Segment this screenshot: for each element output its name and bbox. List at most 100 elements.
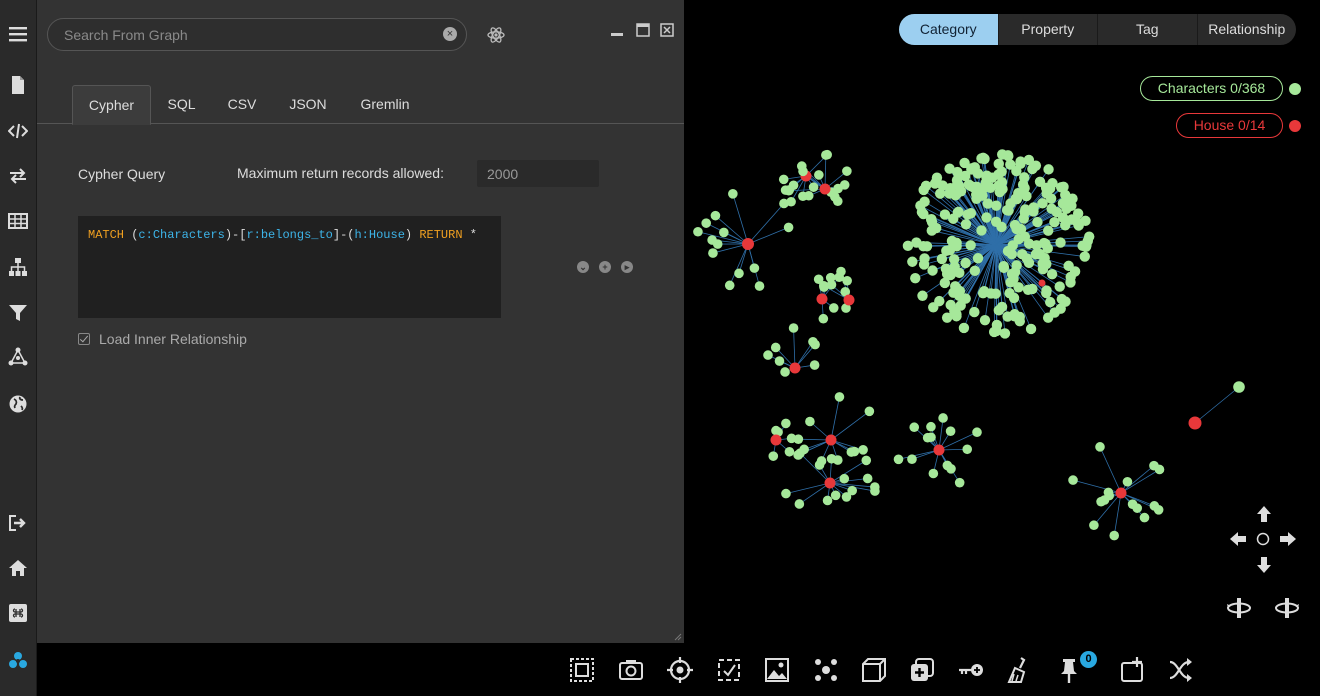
character-node[interactable] (958, 322, 970, 334)
house-node[interactable] (742, 238, 754, 250)
character-node[interactable] (1077, 240, 1088, 252)
tab-cypher[interactable]: Cypher (72, 85, 151, 125)
character-node[interactable] (795, 448, 805, 459)
app-logo-icon[interactable] (4, 646, 32, 674)
tab-property[interactable]: Property (999, 14, 1098, 45)
tab-relationship[interactable]: Relationship (1198, 14, 1297, 45)
check-frame-icon[interactable] (716, 657, 742, 683)
target-icon[interactable] (667, 657, 693, 683)
character-node[interactable] (784, 446, 795, 457)
character-node[interactable] (796, 161, 807, 171)
character-node[interactable] (841, 492, 852, 502)
character-node[interactable] (1122, 476, 1133, 487)
character-node[interactable] (849, 446, 860, 457)
swap-icon[interactable] (4, 162, 32, 190)
character-node[interactable] (962, 444, 973, 455)
character-node[interactable] (1009, 219, 1021, 231)
house-node[interactable] (1038, 279, 1046, 287)
house-node[interactable] (770, 434, 782, 446)
code-icon[interactable] (4, 117, 32, 145)
character-node[interactable] (830, 490, 841, 501)
key-icon[interactable] (958, 657, 984, 683)
house-node[interactable] (819, 183, 831, 195)
character-node[interactable] (926, 421, 936, 432)
character-node[interactable] (1068, 475, 1078, 485)
house-node[interactable] (789, 362, 801, 374)
character-node[interactable] (997, 149, 1008, 160)
character-node[interactable] (828, 303, 839, 313)
character-node[interactable] (1065, 271, 1076, 283)
legend-house[interactable]: House 0/14 (1176, 113, 1283, 138)
new-window-icon[interactable] (1120, 657, 1146, 683)
character-node[interactable] (988, 326, 1000, 338)
character-node[interactable] (1060, 189, 1071, 201)
broom-icon[interactable] (1007, 657, 1033, 683)
logout-icon[interactable] (4, 509, 32, 537)
character-node[interactable] (834, 392, 845, 402)
shuffle-icon[interactable] (1169, 657, 1195, 683)
character-node[interactable] (1055, 303, 1066, 314)
home-icon[interactable] (4, 554, 32, 582)
character-node[interactable] (728, 189, 738, 199)
character-node[interactable] (781, 488, 791, 499)
character-node[interactable] (861, 455, 872, 466)
character-node[interactable] (1042, 312, 1054, 323)
character-node[interactable] (929, 178, 941, 189)
character-node[interactable] (917, 290, 928, 301)
character-node[interactable] (954, 477, 965, 488)
character-node[interactable] (833, 183, 843, 194)
character-node[interactable] (950, 190, 961, 201)
character-node[interactable] (701, 218, 712, 228)
character-node[interactable] (919, 253, 930, 264)
rotate-right-icon[interactable] (1274, 595, 1300, 621)
character-node[interactable] (814, 170, 824, 180)
add-layer-icon[interactable] (909, 657, 935, 683)
character-node[interactable] (1051, 206, 1062, 218)
character-node[interactable] (754, 281, 765, 291)
add-icon[interactable]: + (599, 261, 611, 273)
character-node[interactable] (960, 219, 972, 230)
character-node[interactable] (948, 254, 960, 265)
character-node[interactable] (902, 240, 914, 252)
character-node[interactable] (977, 287, 989, 299)
character-node[interactable] (1089, 520, 1099, 531)
character-node[interactable] (1011, 260, 1022, 271)
pan-up-icon[interactable] (1255, 505, 1273, 523)
character-node[interactable] (810, 339, 820, 350)
character-node[interactable] (934, 188, 946, 199)
select-all-icon[interactable] (569, 657, 595, 683)
tab-csv[interactable]: CSV (217, 85, 267, 124)
character-node[interactable] (803, 190, 814, 201)
character-node[interactable] (982, 198, 994, 209)
chevron-down-icon[interactable]: ⌄ (577, 261, 589, 273)
tab-json[interactable]: JSON (280, 85, 336, 124)
character-node[interactable] (1004, 288, 1015, 299)
character-node[interactable] (993, 158, 1004, 170)
character-node[interactable] (778, 174, 789, 185)
character-node[interactable] (960, 257, 971, 269)
character-node[interactable] (858, 445, 868, 455)
character-node[interactable] (842, 275, 852, 286)
character-node[interactable] (998, 261, 1009, 272)
legend-characters[interactable]: Characters 0/368 (1140, 76, 1283, 101)
character-node[interactable] (734, 268, 744, 279)
character-node[interactable] (936, 253, 948, 265)
character-node[interactable] (972, 168, 984, 179)
character-node[interactable] (1038, 237, 1050, 249)
character-node[interactable] (969, 306, 980, 318)
image-icon[interactable] (764, 657, 790, 683)
character-node[interactable] (942, 460, 953, 471)
character-node[interactable] (818, 313, 829, 324)
character-node[interactable] (774, 356, 785, 366)
character-node[interactable] (1039, 252, 1050, 264)
character-node[interactable] (997, 183, 1008, 195)
character-node[interactable] (1025, 323, 1037, 335)
tab-gremlin[interactable]: Gremlin (352, 85, 418, 124)
character-node[interactable] (1041, 285, 1052, 296)
character-node[interactable] (749, 263, 760, 273)
character-node[interactable] (1007, 240, 1018, 251)
character-node[interactable] (926, 432, 936, 443)
resize-grip-icon[interactable] (674, 633, 682, 641)
character-node[interactable] (990, 288, 1001, 299)
character-node[interactable] (993, 305, 1005, 316)
